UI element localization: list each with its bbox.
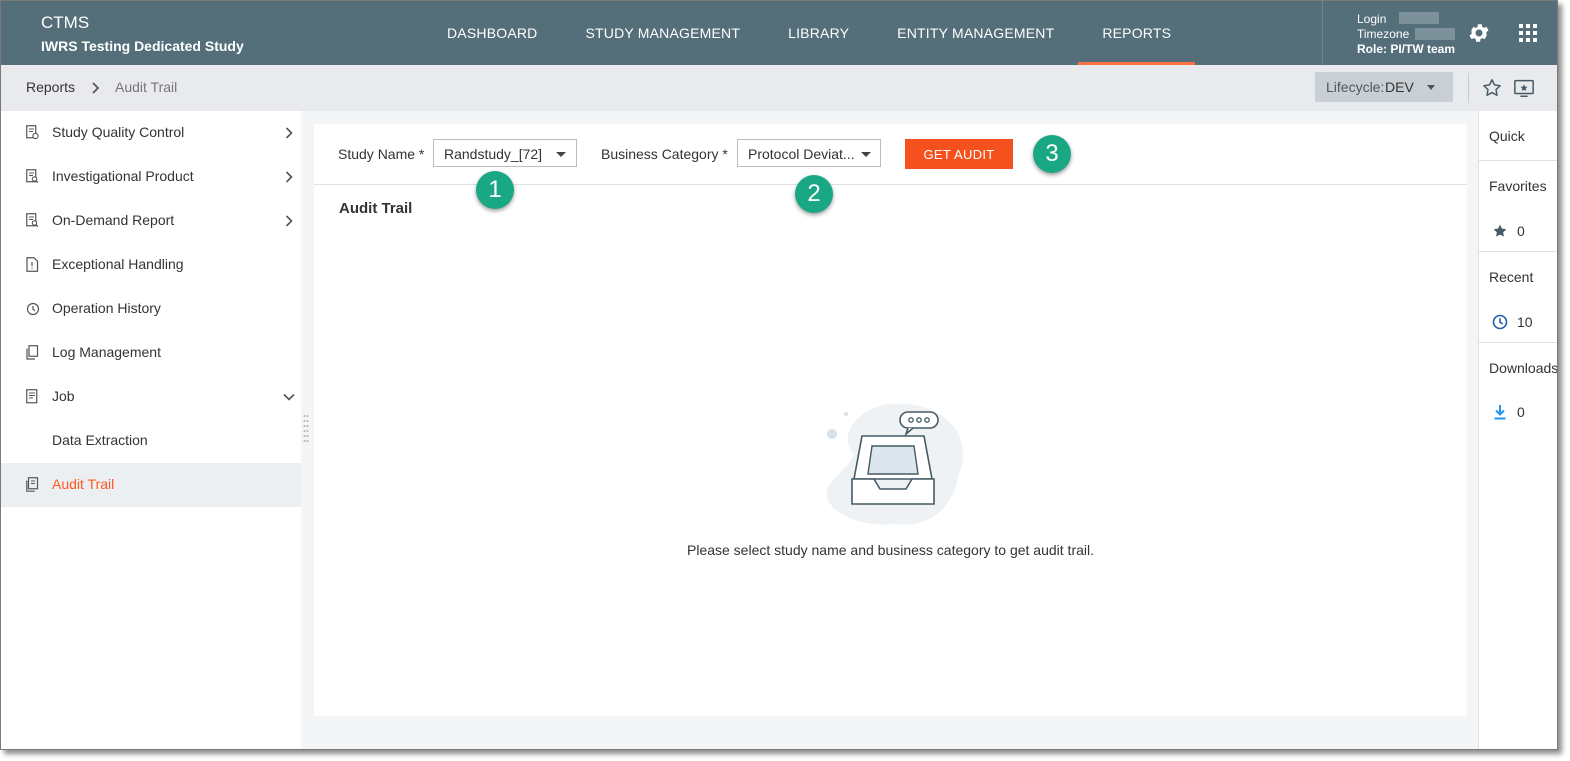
downloads-label[interactable]: Downloads xyxy=(1489,360,1557,376)
nav-library[interactable]: LIBRARY xyxy=(764,1,873,65)
divider xyxy=(1479,251,1557,252)
star-icon[interactable] xyxy=(1492,223,1508,239)
download-icon[interactable] xyxy=(1492,404,1508,420)
top-header: CTMS IWRS Testing Dedicated Study DASHBO… xyxy=(1,1,1557,65)
timezone-label: Timezone xyxy=(1357,27,1410,41)
downloads-count: 0 xyxy=(1517,404,1525,420)
chevron-down-icon xyxy=(283,390,295,402)
quick-panel: Quick Favorites 0 Recent 10 Downloads 0 xyxy=(1478,111,1557,749)
sidebar-item-log-management[interactable]: Log Management xyxy=(1,331,301,375)
sidebar-item-label: Data Extraction xyxy=(52,432,148,448)
sidebar: Study Quality Control Investigational Pr… xyxy=(1,111,301,749)
divider xyxy=(1479,342,1557,343)
clock-icon[interactable] xyxy=(1492,314,1508,330)
gear-icon[interactable] xyxy=(1467,21,1491,45)
app-window: CTMS IWRS Testing Dedicated Study DASHBO… xyxy=(0,0,1558,750)
sidebar-item-study-quality-control[interactable]: Study Quality Control xyxy=(1,111,301,155)
chevron-down-icon xyxy=(556,152,566,157)
sidebar-item-label: Exceptional Handling xyxy=(52,256,184,272)
sidebar-item-job[interactable]: Job xyxy=(1,375,301,419)
sidebar-item-label: Job xyxy=(52,388,75,404)
document-icon xyxy=(26,389,39,404)
get-audit-button[interactable]: GET AUDIT xyxy=(905,139,1013,169)
business-category-select[interactable]: Protocol Deviat... xyxy=(737,139,881,167)
star-icon[interactable] xyxy=(1481,77,1503,99)
report-search-icon xyxy=(26,213,39,228)
main-nav: DASHBOARD STUDY MANAGEMENT LIBRARY ENTIT… xyxy=(423,1,1195,65)
screen-icon[interactable] xyxy=(1513,77,1535,99)
sidebar-item-audit-trail[interactable]: Audit Trail xyxy=(1,463,301,507)
business-category-label: Business Category * xyxy=(601,146,728,162)
nav-reports[interactable]: REPORTS xyxy=(1078,1,1195,65)
resize-handle[interactable] xyxy=(303,413,309,443)
audit-trail-panel: Study Name * Randstudy_[72] Business Cat… xyxy=(314,124,1467,716)
app-title: CTMS xyxy=(41,13,90,32)
sidebar-item-label: Audit Trail xyxy=(52,476,115,492)
recent-label[interactable]: Recent xyxy=(1489,269,1533,285)
chevron-down-icon xyxy=(1427,85,1435,90)
business-category-value: Protocol Deviat... xyxy=(748,146,855,162)
recent-count: 10 xyxy=(1517,314,1533,330)
section-title: Audit Trail xyxy=(339,200,413,217)
study-name-select[interactable]: Randstudy_[72] xyxy=(433,139,577,167)
favorites-label[interactable]: Favorites xyxy=(1489,178,1547,194)
timezone-redacted xyxy=(1415,28,1455,40)
breadcrumb-chevron-icon xyxy=(91,81,101,94)
sidebar-item-data-extraction[interactable]: Data Extraction xyxy=(1,419,301,463)
apps-grid-icon[interactable] xyxy=(1519,24,1537,42)
chevron-right-icon xyxy=(283,214,295,227)
sidebar-item-on-demand-report[interactable]: On-Demand Report xyxy=(1,199,301,243)
history-icon xyxy=(26,301,40,316)
nav-dashboard[interactable]: DASHBOARD xyxy=(423,1,561,65)
role-label: Role: PI/TW team xyxy=(1357,42,1456,56)
login-redacted xyxy=(1399,12,1439,24)
quick-title: Quick xyxy=(1489,128,1525,144)
study-title[interactable]: IWRS Testing Dedicated Study xyxy=(41,38,244,54)
copy-icon xyxy=(26,345,39,360)
favorites-count: 0 xyxy=(1517,223,1525,239)
divider xyxy=(1479,160,1557,161)
sidebar-item-label: Investigational Product xyxy=(52,168,194,184)
audit-icon xyxy=(26,477,39,492)
sidebar-item-operation-history[interactable]: Operation History xyxy=(1,287,301,331)
sidebar-item-label: Operation History xyxy=(52,300,161,316)
divider xyxy=(1468,73,1469,103)
file-warning-icon xyxy=(26,257,39,272)
study-name-label: Study Name * xyxy=(338,146,425,162)
sidebar-item-investigational-product[interactable]: Investigational Product xyxy=(1,155,301,199)
sidebar-item-label: Log Management xyxy=(52,344,161,360)
login-label: Login xyxy=(1357,12,1387,26)
callout-marker-3: 3 xyxy=(1033,135,1071,173)
callout-marker-2: 2 xyxy=(795,175,833,213)
nav-entity-management[interactable]: ENTITY MANAGEMENT xyxy=(873,1,1078,65)
lifecycle-value: DEV xyxy=(1385,79,1414,95)
nav-study-management[interactable]: STUDY MANAGEMENT xyxy=(561,1,764,65)
report-search-icon xyxy=(26,169,39,184)
sidebar-item-label: Study Quality Control xyxy=(52,124,185,140)
sidebar-item-exceptional-handling[interactable]: Exceptional Handling xyxy=(1,243,301,287)
user-info[interactable]: Login Timezone Role: PI/TW team xyxy=(1322,1,1463,65)
breadcrumb: Reports Audit Trail Lifecycle: DEV xyxy=(1,65,1557,111)
chevron-down-icon xyxy=(861,152,871,157)
empty-inbox-icon xyxy=(814,394,974,534)
chevron-right-icon xyxy=(283,170,295,183)
study-name-value: Randstudy_[72] xyxy=(444,146,543,162)
empty-state-message: Please select study name and business ca… xyxy=(686,542,1094,558)
breadcrumb-audit-trail: Audit Trail xyxy=(115,79,178,95)
lifecycle-label: Lifecycle: xyxy=(1326,79,1385,95)
chevron-right-icon xyxy=(283,126,295,139)
report-check-icon xyxy=(26,125,39,140)
callout-marker-1: 1 xyxy=(476,171,514,209)
breadcrumb-reports[interactable]: Reports xyxy=(26,79,75,95)
sidebar-item-label: On-Demand Report xyxy=(52,212,175,228)
lifecycle-select[interactable]: Lifecycle: DEV xyxy=(1315,72,1453,102)
